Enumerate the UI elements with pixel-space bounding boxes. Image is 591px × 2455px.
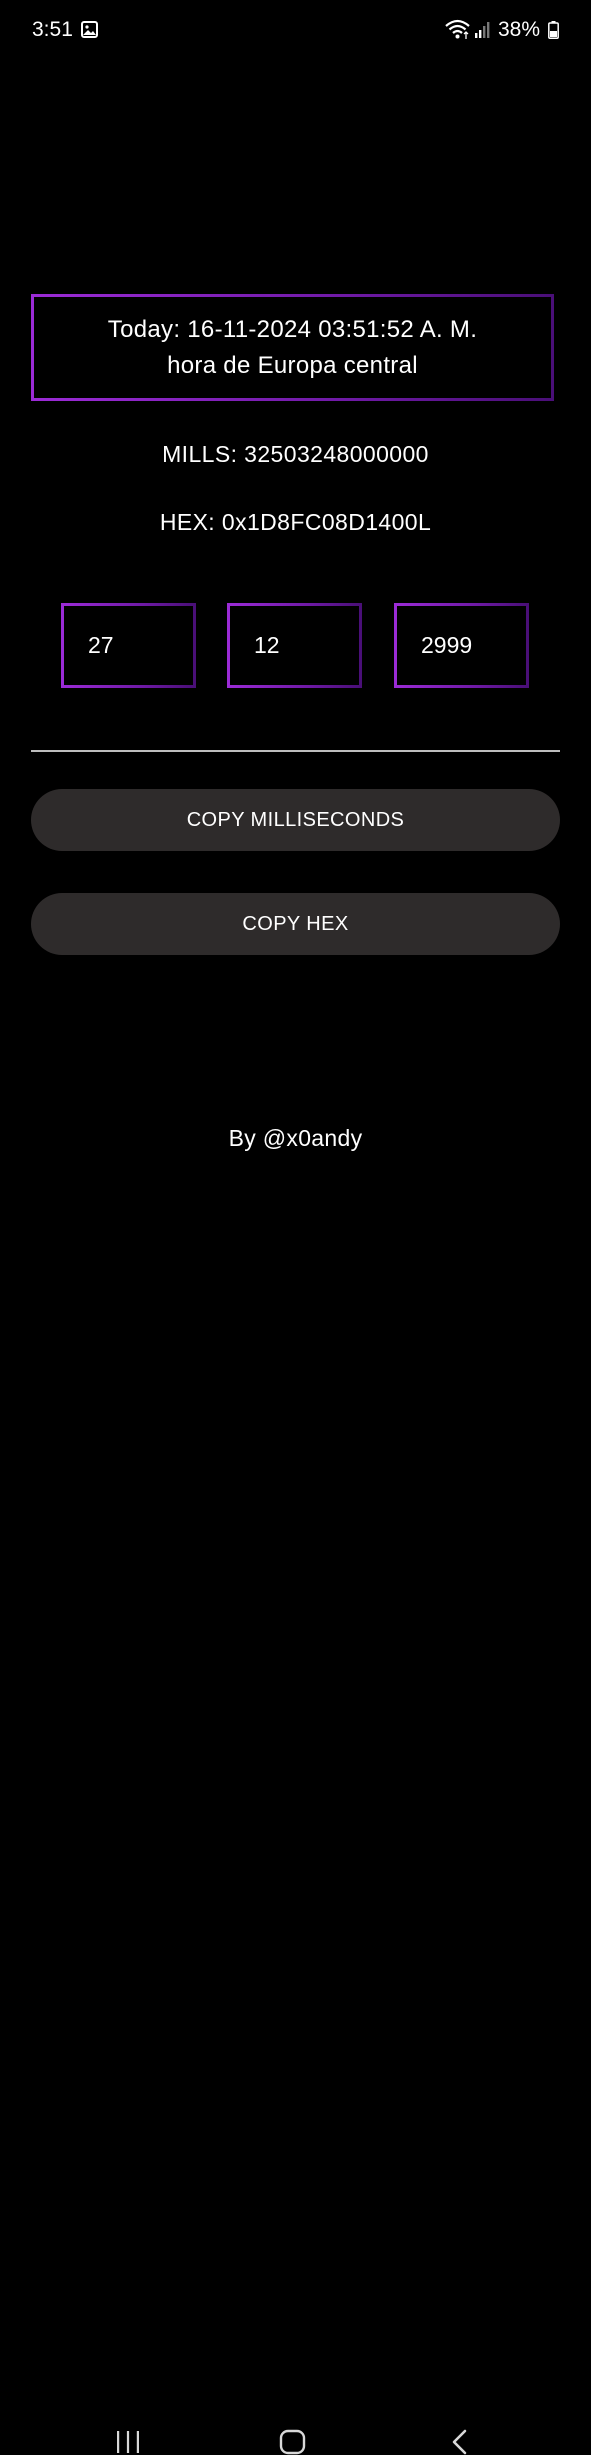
current-date-box: Today: 16-11-2024 03:51:52 A. M. hora de… [31,294,554,401]
timezone-label: hora de Europa central [167,351,418,379]
gallery-notification-icon [81,21,98,38]
author-credit: By @x0andy [228,1125,363,1151]
status-bar: 3:51 38% [0,0,591,60]
month-input[interactable]: 12 [227,603,362,688]
day-input[interactable]: 27 [61,603,196,688]
current-datetime: Today: 16-11-2024 03:51:52 A. M. [107,315,478,343]
battery-percentage: 38% [498,18,541,41]
copy-milliseconds-button[interactable]: COPY MILLISECONDS [31,789,560,851]
navigation-bar [0,1200,591,2455]
back-icon[interactable] [450,2429,468,2455]
hex-value: HEX: 0x1D8FC08D1400L [159,509,432,535]
wifi-icon [445,19,470,39]
battery-icon [548,21,559,39]
divider [31,750,560,752]
home-icon[interactable] [279,2429,306,2455]
year-input[interactable]: 2999 [394,603,529,688]
status-time: 3:51 [32,18,73,41]
recents-icon[interactable] [116,2430,140,2454]
copy-hex-button[interactable]: COPY HEX [31,893,560,955]
signal-icon [475,22,490,38]
milliseconds-value: MILLS: 32503248000000 [162,441,429,467]
